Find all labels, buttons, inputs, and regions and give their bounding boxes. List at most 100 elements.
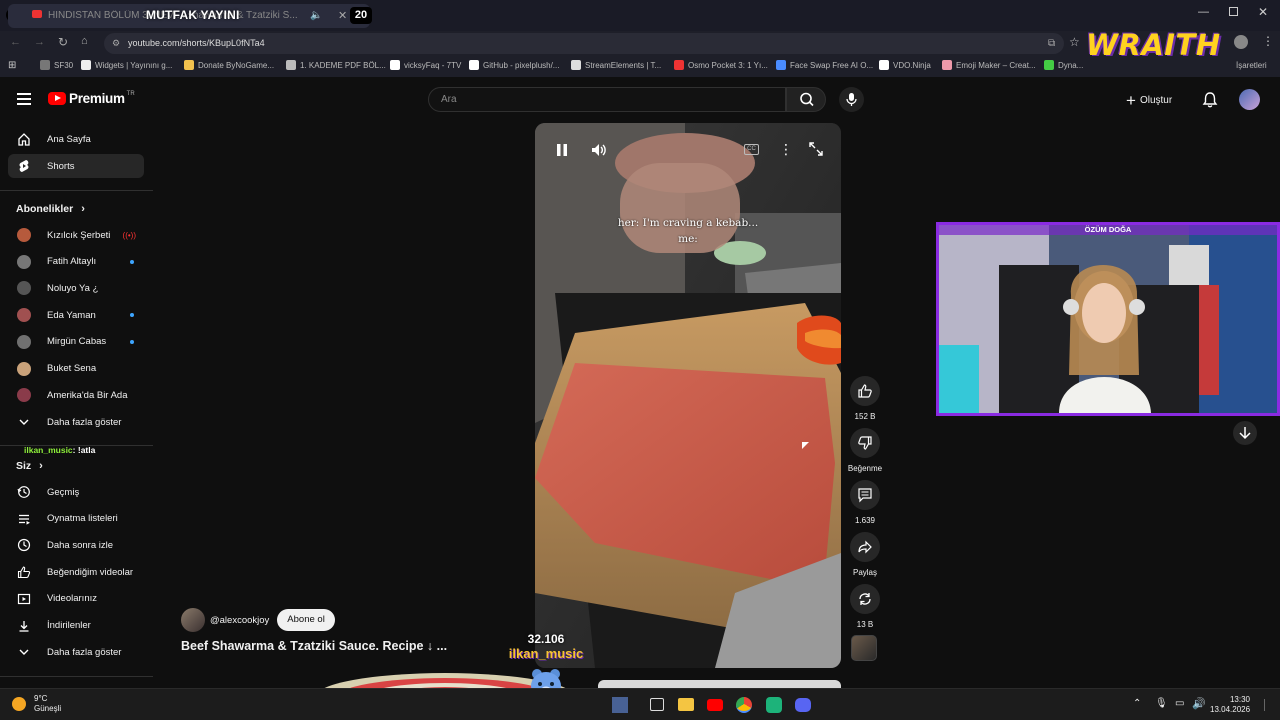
share-action[interactable]: Paylaş	[847, 532, 883, 577]
short-title[interactable]: Beef Shawarma & Tzatziki Sauce. Recipe ↓…	[181, 639, 447, 653]
profile-avatar-icon[interactable]	[1234, 35, 1248, 49]
apps-grid-icon[interactable]: ⊞	[8, 60, 16, 71]
comments-action[interactable]: 1.639	[847, 480, 883, 525]
youtube-play-icon	[48, 92, 66, 105]
forward-icon[interactable]: →	[34, 36, 45, 48]
volume-button[interactable]	[589, 141, 609, 159]
sidebar-item-download[interactable]: İndirilenler	[8, 614, 144, 638]
mute-icon[interactable]: 🔈	[310, 10, 322, 21]
channel-handle[interactable]: @alexcookjoy	[210, 615, 269, 626]
sidebar-item-history[interactable]: Geçmiş	[8, 480, 144, 504]
file-explorer-icon[interactable]	[678, 698, 694, 711]
show-more-button-2[interactable]: Daha fazla göster	[8, 640, 144, 664]
show-more-button[interactable]: Daha fazla göster	[8, 410, 144, 434]
sidebar-item-playlist[interactable]: Oynatma listeleri	[8, 507, 144, 531]
maximize-icon[interactable]	[1229, 7, 1238, 16]
home-icon[interactable]: ⌂	[81, 35, 88, 47]
next-short-button[interactable]	[1233, 421, 1257, 445]
account-avatar[interactable]	[1239, 89, 1260, 110]
search-input[interactable]: Ara	[428, 87, 786, 112]
subscription-item[interactable]: Mirgün Cabas	[8, 330, 144, 354]
voice-search-button[interactable]	[839, 87, 864, 112]
bookmark-favicon-icon	[879, 60, 889, 70]
tray-chevron-up-icon[interactable]: ⌃	[1133, 698, 1141, 709]
back-icon[interactable]: ←	[10, 36, 21, 48]
dislike-button[interactable]	[850, 428, 880, 458]
short-video-player[interactable]: CC ⋮ her: I'm craving a kebab... me:	[535, 123, 841, 668]
bookmark-item[interactable]: vicksyFaq - 7TV	[390, 60, 461, 70]
subscription-item[interactable]: Fatih Altaylı	[8, 250, 144, 274]
dislike-action[interactable]: Beğenme	[847, 428, 883, 473]
subscriptions-header[interactable]: Abonelikler ›	[16, 203, 85, 215]
remix-action[interactable]: 13 B	[847, 584, 883, 629]
bookmark-item[interactable]: SF30	[40, 60, 73, 70]
address-bar[interactable]: ⚙ youtube.com/shorts/KBupL0fNTa4 ⧉	[104, 33, 1064, 54]
search-button[interactable]	[786, 87, 826, 112]
play-pause-button[interactable]	[553, 141, 571, 159]
subscription-label: Fatih Altaylı	[47, 256, 97, 268]
volume-tray-icon[interactable]: 🔊	[1192, 697, 1206, 710]
bookmark-item[interactable]: VDO.Ninja	[879, 60, 931, 70]
bookmark-item[interactable]: 1. KADEME PDF BÖL...	[286, 60, 386, 70]
share-button[interactable]	[850, 532, 880, 562]
bookmark-item[interactable]: Dyna...	[1044, 60, 1083, 70]
clock[interactable]: 13:30 13.04.2026	[1210, 695, 1250, 715]
subscription-item[interactable]: Buket Sena	[8, 357, 144, 381]
like-action[interactable]: 152 B	[847, 376, 883, 421]
app-icon-green[interactable]	[766, 697, 782, 713]
microphone-tray-icon[interactable]: 🎙	[1155, 698, 1168, 709]
remix-button[interactable]	[850, 584, 880, 614]
create-button[interactable]: + Oluştur	[1126, 89, 1172, 111]
hamburger-menu-icon[interactable]	[17, 93, 31, 105]
more-options-icon[interactable]: ⋮	[779, 141, 793, 158]
bookmark-item[interactable]: Widgets | Yayınını g...	[81, 60, 172, 70]
stream-badge: 20	[350, 7, 372, 24]
sound-thumbnail[interactable]	[851, 635, 877, 661]
bookmark-item[interactable]: Donate ByNoGame...	[184, 60, 274, 70]
close-window-icon[interactable]: ✕	[1258, 5, 1268, 19]
notifications-button[interactable]	[1201, 91, 1219, 109]
bookmark-item[interactable]: StreamElements | T...	[571, 60, 661, 70]
install-icon[interactable]: ⧉	[1048, 33, 1055, 54]
you-header[interactable]: Siz ›	[16, 460, 43, 472]
sidebar-item-video[interactable]: Videolarınız	[8, 587, 144, 611]
reload-icon[interactable]: ↻	[58, 35, 68, 49]
bookmark-item[interactable]: Emoji Maker – Creat...	[942, 60, 1036, 70]
subscription-item[interactable]: Eda Yaman	[8, 303, 144, 327]
tab-close-icon[interactable]: ✕	[338, 9, 347, 22]
bookmark-item[interactable]: GitHub - pixelplush/...	[469, 60, 559, 70]
youtube-logo[interactable]: Premium TR	[48, 91, 135, 106]
sidebar-item-like[interactable]: Beğendiğim videolar	[8, 560, 144, 584]
bookmark-item[interactable]: Osmo Pocket 3: 1 Yı...	[674, 60, 768, 70]
captions-button[interactable]: CC	[744, 144, 759, 155]
like-button[interactable]	[850, 376, 880, 406]
discord-icon[interactable]	[795, 698, 811, 712]
task-view-icon[interactable]	[650, 698, 664, 711]
subscription-item[interactable]: Amerika'da Bir Ada	[8, 383, 144, 407]
chrome-icon[interactable]	[736, 697, 752, 713]
sidebar-item-home[interactable]: Ana Sayfa	[8, 127, 144, 151]
site-info-icon[interactable]: ⚙	[112, 33, 120, 54]
subscription-item[interactable]: Kızılcık Şerbeti ((•))	[8, 223, 144, 247]
search-icon	[800, 92, 814, 107]
network-icon[interactable]: ▭	[1175, 698, 1184, 709]
youtube-app-icon[interactable]	[707, 699, 723, 711]
bookmark-label: Osmo Pocket 3: 1 Yı...	[688, 60, 768, 70]
comments-button[interactable]	[850, 480, 880, 510]
subscribe-button[interactable]: Abone ol	[277, 609, 335, 631]
subscription-item[interactable]: Noluyo Ya ¿	[8, 276, 144, 300]
bookmarks-end[interactable]: İşaretleri	[1236, 61, 1267, 70]
windows-taskbar: 9°C Güneşli ⌃ 🎙 ▭ 🔊 13:30 13.04.2026	[0, 688, 1280, 720]
show-desktop-icon[interactable]	[1264, 699, 1272, 711]
weather-widget[interactable]: 9°C Güneşli	[12, 694, 61, 714]
fullscreen-button[interactable]	[808, 141, 824, 157]
minimize-icon[interactable]: —	[1198, 6, 1209, 18]
start-button[interactable]	[612, 697, 628, 713]
sidebar-item-clock[interactable]: Daha sonra izle	[8, 533, 144, 557]
dislike-label: Beğenme	[847, 464, 883, 473]
sidebar-item-shorts[interactable]: Shorts	[8, 154, 144, 178]
bookmark-item[interactable]: Face Swap Free AI O...	[776, 60, 873, 70]
channel-avatar[interactable]	[181, 608, 205, 632]
bookmark-star-icon[interactable]: ☆	[1069, 35, 1080, 49]
menu-dots-icon[interactable]: ⋮	[1262, 34, 1274, 48]
